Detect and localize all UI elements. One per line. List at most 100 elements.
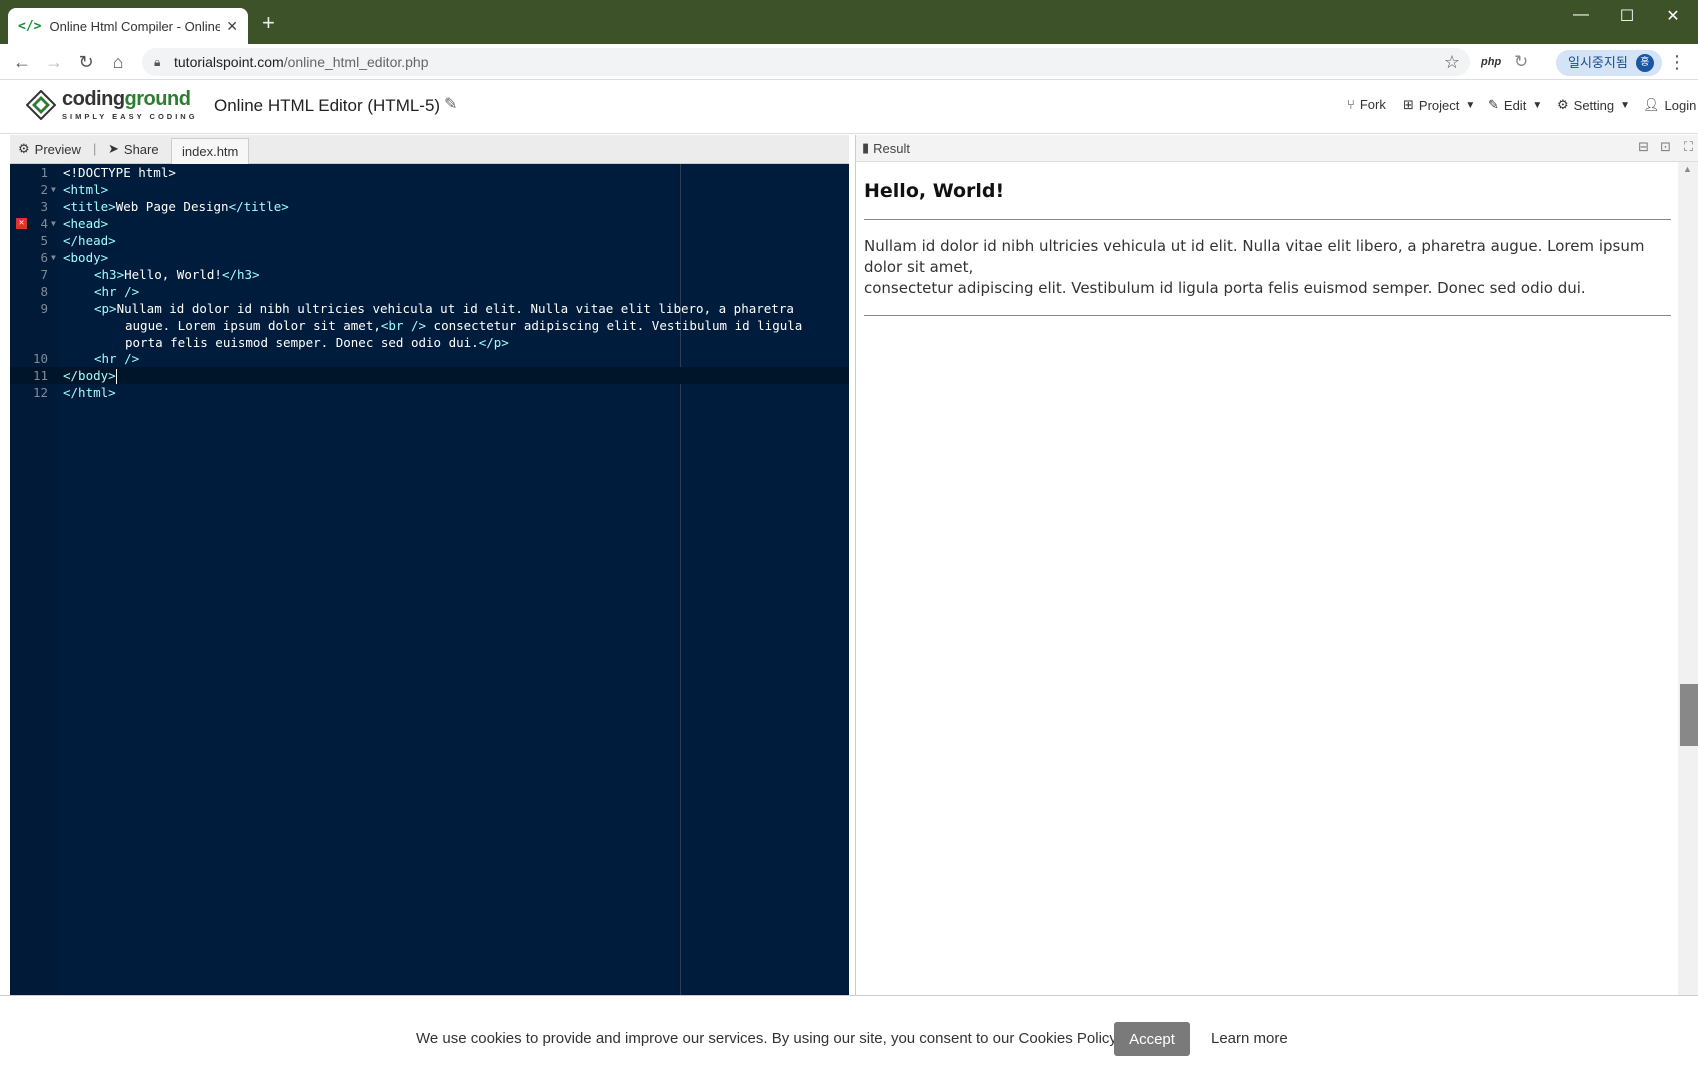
expand-icon[interactable]: ⊡	[1660, 139, 1671, 155]
profile-button[interactable]: 일시중지됨 홍	[1556, 50, 1662, 76]
line-number: 2	[40, 182, 48, 197]
code-line-4: <head>	[63, 216, 109, 231]
fork-button[interactable]: ⑂ Fork	[1347, 97, 1386, 112]
code-line-8: <hr />	[94, 284, 140, 299]
codingground-logo[interactable]: codingground SIMPLY EASY CODING	[26, 88, 195, 124]
tab-title: Online Html Compiler - Online H	[49, 18, 221, 34]
learn-more-link[interactable]: Learn more	[1211, 1030, 1288, 1047]
new-tab-plus-icon[interactable]: +	[262, 12, 275, 34]
line-number: 9	[40, 301, 48, 316]
window-close-icon[interactable]: ✕	[1650, 6, 1696, 26]
url-host: tutorialspoint.com	[174, 54, 284, 70]
caret-down-icon: ▼	[1532, 99, 1543, 111]
split-view-icon[interactable]: ⊟	[1638, 139, 1649, 155]
bookmark-star-icon[interactable]: ☆	[1444, 48, 1460, 76]
browser-tab[interactable]: </> Online Html Compiler - Online H ✕	[8, 8, 248, 44]
code-line-6: <body>	[63, 250, 109, 265]
code-line-1: <!DOCTYPE html>	[63, 165, 176, 180]
caret-down-icon: ▼	[1620, 99, 1631, 111]
url-input[interactable]: 🔒︎ tutorialspoint.com/online_html_editor…	[142, 48, 1470, 76]
project-menu[interactable]: ⊞ Project ▼	[1403, 97, 1475, 113]
scrollbar-thumb[interactable]	[1680, 684, 1698, 746]
editor-toolbar: ⚙ Preview | ➤ Share index.htm	[10, 135, 849, 164]
maximize-icon[interactable]: ☐	[1604, 6, 1650, 26]
gears-icon: ⚙	[18, 141, 30, 156]
fold-arrow-icon[interactable]: ▼	[51, 181, 56, 198]
line-number: 8	[40, 284, 48, 299]
error-x-icon[interactable]: ✕	[16, 218, 27, 229]
accept-cookies-button[interactable]: Accept	[1114, 1022, 1190, 1056]
page-title: Online HTML Editor (HTML-5)	[214, 96, 441, 115]
browser-titlebar: </> Online Html Compiler - Online H ✕ + …	[0, 0, 1698, 44]
scroll-up-arrow-icon[interactable]: ▲	[1683, 164, 1692, 174]
code-line-9: <p>Nullam id dolor id nibh ultricies veh…	[94, 301, 794, 316]
line-number: 11	[32, 368, 48, 383]
code-line-7: <h3>Hello, World!</h3>	[94, 267, 260, 282]
file-tab-index[interactable]: index.htm	[171, 138, 250, 164]
preview-paragraph: Nullam id dolor id nibh ultricies vehicu…	[864, 237, 1645, 297]
login-button[interactable]: 👤︎ Login	[1643, 97, 1696, 113]
print-margin	[680, 164, 681, 995]
code-line-9-wrap-2: porta felis euismod semper. Donec sed od…	[125, 335, 509, 350]
preview-button[interactable]: ⚙ Preview	[18, 141, 81, 157]
code-line-10: <hr />	[94, 351, 140, 366]
caret-down-icon: ▼	[1465, 99, 1476, 111]
edit-menu[interactable]: ✎ Edit ▼	[1488, 97, 1542, 113]
fold-arrow-icon[interactable]: ▼	[51, 249, 56, 266]
profile-status-label: 일시중지됨	[1568, 55, 1628, 70]
url-path: /online_html_editor.php	[283, 54, 429, 70]
code-favicon-icon: </>	[18, 18, 42, 34]
fullscreen-icon[interactable]: ⛶	[1684, 139, 1693, 155]
line-number: 5	[40, 233, 48, 248]
php-extension-icon[interactable]: php	[1481, 56, 1501, 68]
code-line-2: <html>	[63, 182, 109, 197]
cookie-message: We use cookies to provide and improve ou…	[416, 1030, 1120, 1047]
logo-tagline: SIMPLY EASY CODING	[62, 112, 198, 121]
share-arrow-icon: ➤	[108, 141, 119, 156]
result-scrollbar[interactable]: ▲	[1678, 162, 1698, 995]
cookie-banner: We use cookies to provide and improve ou…	[0, 995, 1698, 1080]
text-cursor	[115, 369, 117, 384]
logo-wordmark: codingground	[62, 88, 191, 110]
reload-icon[interactable]: ↻	[74, 50, 98, 74]
home-icon[interactable]: ⌂	[106, 50, 130, 74]
preview-heading: Hello, World!	[864, 180, 1005, 202]
profile-avatar: 홍	[1635, 54, 1654, 72]
forward-arrow-icon[interactable]: →	[42, 50, 66, 74]
line-number: 7	[40, 267, 48, 282]
tab-close-icon[interactable]: ✕	[226, 18, 238, 35]
logo-mark-icon	[26, 90, 56, 120]
edit-icon: ✎	[1488, 97, 1499, 112]
preview-hr-bottom	[864, 315, 1671, 316]
code-line-5: </head>	[63, 233, 116, 248]
line-number: 12	[32, 385, 48, 400]
result-panel: ▮ Result ⊟ ⊡ ⛶ Hello, World! Nullam id do…	[855, 135, 1698, 995]
browser-menu-icon[interactable]: ⋮	[1668, 52, 1686, 73]
share-button[interactable]: ➤ Share	[108, 141, 159, 157]
back-arrow-icon[interactable]: ←	[10, 50, 34, 74]
toolbar-divider: |	[93, 141, 97, 156]
setting-menu[interactable]: ⚙ Setting ▼	[1557, 97, 1630, 113]
editor-panel: ⚙ Preview | ➤ Share index.htm 1 2 3 4 5 6 …	[10, 135, 849, 995]
preview-hr-top	[864, 219, 1671, 220]
sitemap-icon: ⊞	[1403, 97, 1414, 112]
result-label: ▮ Result	[862, 140, 911, 156]
edit-title-icon[interactable]: ✎	[444, 94, 457, 114]
fold-arrow-icon[interactable]: ▼	[51, 215, 56, 232]
minimize-icon[interactable]: —	[1558, 6, 1604, 24]
code-line-9-wrap-1: augue. Lorem ipsum dolor sit amet,<br />…	[125, 318, 803, 333]
code-editor[interactable]: 1 2 3 4 5 6 7 8 9 10 11 12 ▼ ▼ ▼ ✕ <!DOC…	[10, 164, 849, 995]
code-line-12: </html>	[63, 385, 116, 400]
line-number: 1	[40, 165, 48, 180]
result-preview: Hello, World! Nullam id dolor id nibh ul…	[856, 162, 1679, 995]
fork-icon: ⑂	[1347, 97, 1355, 112]
gear-icon: ⚙	[1557, 97, 1569, 112]
address-toolbar: ← → ↻ ⌂ 🔒︎ tutorialspoint.com/online_htm…	[0, 44, 1698, 80]
code-line-11: </body>	[63, 368, 117, 384]
active-line-highlight	[10, 367, 849, 384]
extension-refresh-icon[interactable]: ↻	[1514, 52, 1528, 72]
line-number: 10	[32, 351, 48, 366]
site-header: codingground SIMPLY EASY CODING Online H…	[0, 80, 1698, 134]
result-toolbar: ▮ Result ⊟ ⊡ ⛶	[856, 135, 1698, 162]
lock-icon: 🔒︎	[154, 55, 161, 69]
